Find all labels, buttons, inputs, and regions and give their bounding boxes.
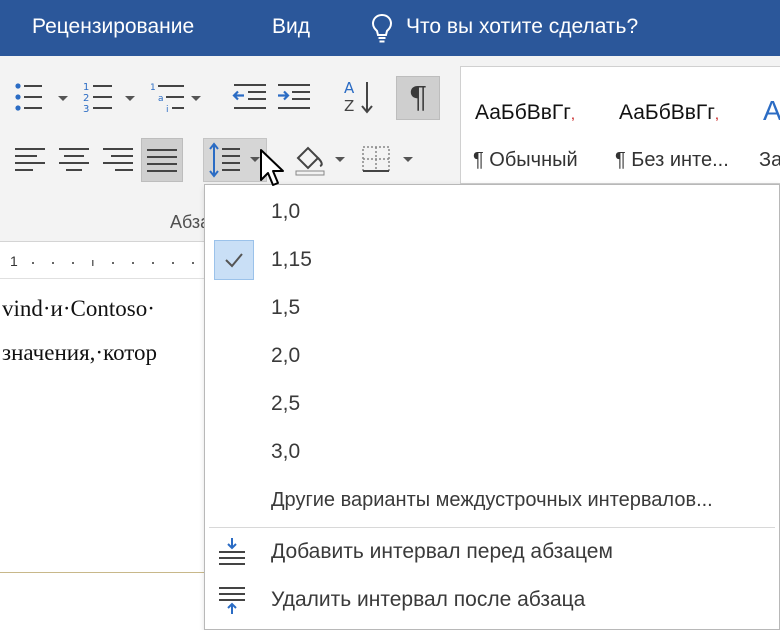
justify-icon: [147, 149, 177, 172]
spacing-option-label: 2,5: [271, 392, 301, 415]
chevron-down-icon[interactable]: [57, 95, 69, 103]
decrease-indent-icon: [232, 84, 266, 109]
spacing-option-2-0[interactable]: 2,0: [205, 333, 779, 379]
checkmark-icon: [225, 253, 243, 268]
paint-bucket-icon: [295, 146, 325, 176]
remove-space-after-paragraph[interactable]: Удалить интервал после абзаца: [205, 577, 779, 623]
multilevel-list-button[interactable]: 1 a i: [150, 80, 186, 114]
multilevel-list-icon: 1 a i: [150, 83, 184, 114]
style-name-heading[interactable]: За: [759, 149, 780, 172]
chevron-down-icon[interactable]: [190, 95, 202, 103]
tab-review[interactable]: Рецензирование: [32, 15, 194, 39]
line-spacing-icon: [209, 142, 260, 178]
align-center-button[interactable]: [58, 146, 90, 172]
spacing-option-3-0[interactable]: 3,0: [205, 429, 779, 475]
add-space-before-icon: [219, 538, 245, 565]
styles-gallery: АаБбВвГг, ¶ Обычный АаБбВвГг, ¶ Без инте…: [460, 66, 780, 184]
borders-icon: [362, 146, 390, 172]
increase-indent-icon: [278, 84, 310, 109]
style-name-no-spacing[interactable]: ¶ Без инте...: [615, 149, 729, 172]
chevron-down-icon[interactable]: [402, 156, 414, 164]
spacing-option-label: 1,0: [271, 200, 301, 223]
lightbulb-icon[interactable]: [370, 12, 394, 44]
menu-separator: [209, 527, 775, 528]
spacing-option-1-5[interactable]: 1,5: [205, 285, 779, 331]
style-preview-heading[interactable]: А: [763, 95, 780, 127]
line-spacing-button[interactable]: [203, 138, 267, 182]
decrease-indent-button[interactable]: [232, 82, 268, 112]
spacing-option-label: 2,0: [271, 344, 301, 367]
svg-text:A: A: [344, 79, 355, 97]
document-text-line[interactable]: значения,·котор: [2, 340, 157, 366]
page-divider: [0, 572, 210, 573]
svg-text:1: 1: [83, 82, 89, 93]
justify-button[interactable]: [141, 138, 183, 182]
remove-after-label: Удалить интервал после абзаца: [271, 588, 586, 611]
align-right-button[interactable]: [102, 146, 134, 172]
ruler-number: 1: [10, 253, 18, 269]
spacing-option-1-15[interactable]: 1,15: [205, 237, 779, 283]
svg-text:2: 2: [83, 93, 89, 104]
align-left-button[interactable]: [14, 146, 46, 172]
spacing-option-1-0[interactable]: 1,0: [205, 189, 779, 235]
spacing-option-label: 3,0: [271, 440, 301, 463]
numbering-button[interactable]: 1 2 3: [82, 80, 114, 114]
bullet-list-icon: [15, 83, 42, 111]
align-right-icon: [103, 148, 133, 171]
shading-button[interactable]: [292, 142, 328, 176]
horizontal-ruler[interactable]: 1: [0, 243, 210, 279]
document-text-line[interactable]: vind·и·Contoso·: [2, 296, 155, 322]
mouse-cursor-icon: [260, 149, 284, 186]
add-space-before-paragraph[interactable]: Добавить интервал перед абзацем: [205, 529, 779, 575]
more-spacing-options[interactable]: Другие варианты междустрочных интервалов…: [205, 478, 779, 524]
ribbon-tab-bar: Рецензирование Вид Что вы хотите сделать…: [0, 0, 780, 56]
sort-button[interactable]: A Z: [342, 78, 376, 116]
chevron-down-icon[interactable]: [124, 95, 136, 103]
line-spacing-menu: 1,0 1,15 1,5 2,0 2,5 3,0 Другие варианты…: [204, 184, 780, 630]
svg-text:1: 1: [150, 83, 156, 93]
style-preview-no-spacing[interactable]: АаБбВвГг,: [619, 101, 719, 125]
svg-text:3: 3: [83, 104, 89, 114]
style-name-normal[interactable]: ¶ Обычный: [473, 149, 578, 172]
increase-indent-button[interactable]: [276, 82, 312, 112]
svg-text:a: a: [158, 94, 164, 104]
sort-az-icon: A Z: [344, 79, 373, 115]
more-options-label: Другие варианты междустрочных интервалов…: [271, 489, 713, 511]
borders-button[interactable]: [360, 144, 392, 174]
bullets-button[interactable]: [14, 80, 44, 114]
tab-view[interactable]: Вид: [272, 15, 310, 39]
checkmark-indicator: [214, 240, 254, 280]
show-formatting-marks-button[interactable]: ¶: [396, 76, 440, 120]
ruler-ticks: [32, 260, 194, 266]
spacing-option-label: 1,15: [271, 248, 312, 271]
numbered-list-icon: 1 2 3: [83, 82, 112, 114]
tell-me-search[interactable]: Что вы хотите сделать?: [406, 15, 638, 39]
remove-space-after-icon: [219, 587, 245, 614]
add-before-label: Добавить интервал перед абзацем: [271, 540, 613, 563]
align-left-icon: [15, 148, 45, 171]
chevron-down-icon[interactable]: [334, 156, 346, 164]
spacing-option-label: 1,5: [271, 296, 301, 319]
svg-text:Z: Z: [344, 97, 354, 115]
align-center-icon: [59, 148, 89, 171]
spacing-option-2-5[interactable]: 2,5: [205, 381, 779, 427]
svg-text:i: i: [166, 105, 169, 114]
style-preview-normal[interactable]: АаБбВвГг,: [475, 101, 575, 125]
